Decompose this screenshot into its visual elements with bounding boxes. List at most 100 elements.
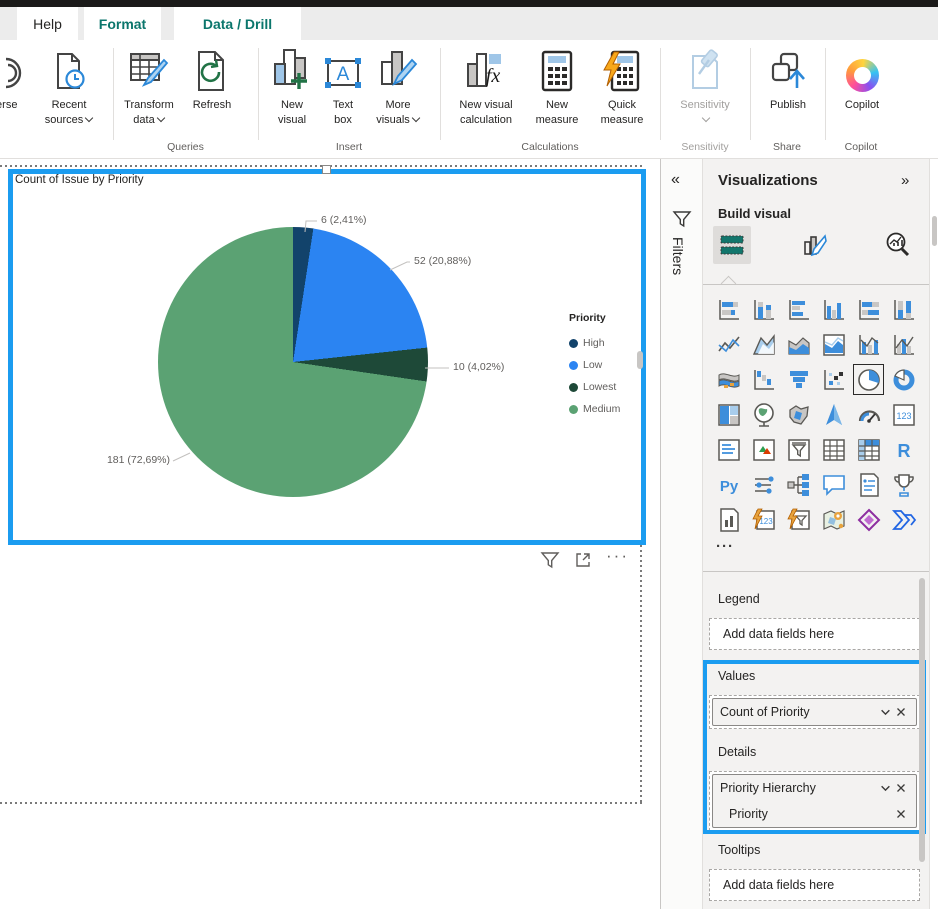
gallery-card-icon[interactable]: 123 — [886, 397, 921, 432]
text-box-icon: A — [320, 48, 366, 92]
chevron-down-icon[interactable] — [877, 704, 893, 720]
gallery-decomposition-tree-icon[interactable] — [781, 467, 816, 502]
details-dropzone[interactable]: Priority Hierarchy Priority — [709, 771, 920, 831]
field-pill-child-label: Priority — [729, 807, 893, 821]
gallery-table-icon[interactable] — [816, 432, 851, 467]
pie-chart[interactable] — [158, 227, 428, 497]
new-visual-label: New — [281, 99, 303, 111]
gallery-slicer-icon[interactable] — [781, 432, 816, 467]
transform-data-button[interactable]: Transform data — [118, 48, 180, 128]
legend-item-lowest[interactable]: Lowest — [569, 376, 620, 398]
new-visual-button[interactable]: New visual — [264, 48, 320, 128]
report-canvas[interactable]: Count of Issue by Priority 6 (2,41%) 52 … — [0, 159, 660, 909]
gallery-power-apps-icon[interactable] — [851, 502, 886, 537]
filters-expand-icon[interactable]: « — [671, 171, 680, 189]
gallery-100-stacked-area-chart-icon[interactable] — [816, 327, 851, 362]
gallery-slicer-new-icon[interactable] — [781, 502, 816, 537]
legend-item-medium[interactable]: Medium — [569, 398, 620, 420]
copilot-button[interactable]: Copilot — [834, 48, 890, 113]
tooltips-dropzone[interactable]: Add data fields here — [709, 869, 920, 901]
well-label-tooltips: Tooltips — [718, 843, 760, 857]
pie-chart-visual[interactable]: Count of Issue by Priority 6 (2,41%) 52 … — [8, 169, 646, 545]
gallery-funnel-chart-icon[interactable] — [781, 362, 816, 397]
gallery-card-new-icon[interactable]: 123 — [746, 502, 781, 537]
gallery-map-icon[interactable] — [746, 397, 781, 432]
gallery-clustered-bar-chart-icon[interactable] — [781, 292, 816, 327]
tab-format[interactable]: Format — [84, 7, 161, 40]
gallery-treemap-icon[interactable] — [711, 397, 746, 432]
tab-help[interactable]: Help — [17, 7, 78, 40]
field-pill-count-of-priority[interactable]: Count of Priority — [712, 698, 917, 726]
gallery-stacked-area-chart-icon[interactable] — [781, 327, 816, 362]
tab-format-visual[interactable] — [796, 226, 834, 264]
gallery-donut-chart-icon[interactable] — [886, 362, 921, 397]
publish-button[interactable]: Publish — [760, 48, 816, 113]
filter-funnel-icon[interactable] — [672, 209, 692, 234]
focus-mode-icon[interactable] — [573, 550, 593, 570]
filters-pane-label[interactable]: Filters — [670, 237, 686, 275]
new-visual-calculation-button[interactable]: fx New visual calculation — [446, 48, 526, 128]
gallery-line-and-stacked-column-chart-icon[interactable] — [851, 327, 886, 362]
gallery-100-stacked-column-chart-icon[interactable] — [886, 292, 921, 327]
field-pill-priority-hierarchy[interactable]: Priority Hierarchy Priority — [712, 774, 917, 828]
legend-dropzone[interactable]: Add data fields here — [709, 618, 920, 650]
gallery-waterfall-chart-icon[interactable] — [746, 362, 781, 397]
gallery-metrics-icon[interactable] — [886, 467, 921, 502]
gallery-key-influencers-icon[interactable] — [746, 467, 781, 502]
chevron-down-icon[interactable] — [877, 780, 893, 796]
gallery-multi-row-card-icon[interactable] — [711, 432, 746, 467]
gallery-stacked-column-chart-icon[interactable] — [746, 292, 781, 327]
gallery-area-chart-icon[interactable] — [746, 327, 781, 362]
transform-data-label: Transform — [124, 99, 174, 111]
gallery-matrix-icon[interactable] — [851, 432, 886, 467]
remove-field-icon[interactable] — [893, 806, 909, 822]
gallery-q-and-a-icon[interactable] — [816, 467, 851, 502]
refresh-button[interactable]: Refresh — [182, 48, 242, 113]
new-measure-label: New — [546, 99, 568, 111]
more-options-icon[interactable]: ··· — [606, 546, 629, 566]
gallery-scatter-chart-icon[interactable] — [816, 362, 851, 397]
group-label-calculations: Calculations — [500, 141, 600, 153]
values-dropzone[interactable]: Count of Priority — [709, 695, 920, 729]
remove-field-icon[interactable] — [893, 780, 909, 796]
text-box-button[interactable]: A Text box — [320, 48, 366, 128]
gallery-r-script-visual-icon[interactable]: R — [886, 432, 921, 467]
remove-field-icon[interactable] — [893, 704, 909, 720]
gallery-gauge-icon[interactable] — [851, 397, 886, 432]
legend-item-high[interactable]: High — [569, 332, 620, 354]
gallery-paginated-report-icon[interactable] — [711, 502, 746, 537]
visual-filter-icon[interactable] — [540, 550, 560, 570]
recent-sources-button[interactable]: Recent sources — [28, 48, 110, 128]
new-visual-label2: visual — [278, 114, 306, 126]
gallery-line-chart-icon[interactable] — [711, 327, 746, 362]
legend-item-low[interactable]: Low — [569, 354, 620, 376]
new-measure-button[interactable]: New measure — [526, 48, 588, 128]
gallery-pie-chart-icon[interactable] — [851, 362, 886, 397]
gallery-stacked-bar-chart-icon[interactable] — [711, 292, 746, 327]
gallery-arcgis-map-icon[interactable] — [816, 502, 851, 537]
get-more-visuals-icon[interactable]: ··· — [716, 538, 734, 555]
transform-data-icon — [118, 48, 180, 92]
window-scrollbar-thumb[interactable] — [932, 216, 937, 246]
gallery-python-visual-icon[interactable]: Py — [711, 467, 746, 502]
gallery-ribbon-chart-icon[interactable] — [711, 362, 746, 397]
tab-analytics[interactable] — [879, 226, 917, 264]
legend-placeholder: Add data fields here — [723, 627, 834, 641]
gallery-line-and-clustered-column-chart-icon[interactable] — [886, 327, 921, 362]
more-visuals-button[interactable]: More visuals — [366, 48, 430, 128]
format-visual-icon — [802, 232, 828, 258]
panel-scrollbar-thumb[interactable] — [919, 578, 925, 862]
gallery-kpi-icon[interactable] — [746, 432, 781, 467]
gallery-power-automate-icon[interactable] — [886, 502, 921, 537]
gallery-smart-narrative-icon[interactable] — [851, 467, 886, 502]
gallery-clustered-column-chart-icon[interactable] — [816, 292, 851, 327]
gallery-filled-map-icon[interactable] — [781, 397, 816, 432]
panel-collapse-icon[interactable]: » — [901, 172, 909, 189]
quick-measure-button[interactable]: Quick measure — [590, 48, 654, 128]
visual-resize-handle-top[interactable] — [322, 165, 331, 174]
gallery-azure-map-icon[interactable] — [816, 397, 851, 432]
gallery-100-stacked-bar-chart-icon[interactable] — [851, 292, 886, 327]
tab-build-visual[interactable] — [713, 226, 751, 264]
visual-resize-handle-right[interactable] — [637, 351, 643, 369]
tab-data-drill[interactable]: Data / Drill — [174, 7, 301, 40]
